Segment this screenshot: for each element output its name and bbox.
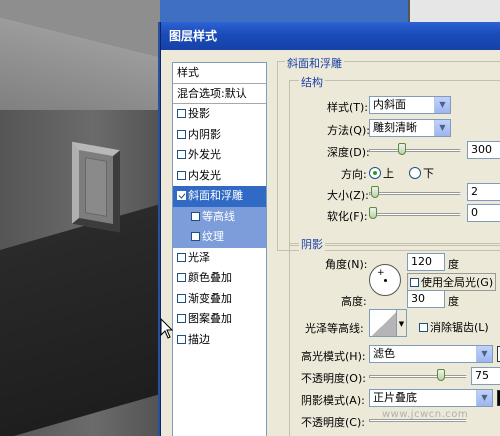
list-item-outer-glow[interactable]: 外发光 xyxy=(173,145,266,166)
bevel-style-select[interactable]: 内斜面 ▼ xyxy=(369,96,451,114)
bevel-section-title: 斜面和浮雕 xyxy=(285,55,344,71)
list-item-inner-shadow[interactable]: 内阴影 xyxy=(173,125,266,146)
list-item-gradient-overlay[interactable]: 渐变叠加 xyxy=(173,289,266,310)
bevel-preview-shape xyxy=(72,141,120,233)
altitude-input[interactable]: 30 xyxy=(407,290,445,308)
list-item-inner-glow[interactable]: 内发光 xyxy=(173,166,266,187)
crosshair-icon: + xyxy=(377,268,385,278)
size-slider[interactable] xyxy=(369,192,461,195)
list-item-bevel-emboss[interactable]: 斜面和浮雕 xyxy=(173,186,266,207)
list-item-pattern-overlay[interactable]: 图案叠加 xyxy=(173,309,266,330)
checkbox-icon[interactable] xyxy=(177,109,186,118)
depth-slider-thumb[interactable] xyxy=(398,143,406,155)
chevron-down-icon[interactable]: ▼ xyxy=(476,346,492,362)
checkbox-icon[interactable] xyxy=(191,211,200,221)
soften-label: 软化(F): xyxy=(327,210,368,223)
antialias-checkbox[interactable]: 消除锯齿(L) xyxy=(419,319,489,335)
depth-input[interactable]: 300 xyxy=(467,141,500,159)
list-item-stroke[interactable]: 描边 xyxy=(173,330,266,351)
shading-title: 阴影 xyxy=(299,236,325,252)
watermark: www.jcwcn.com xyxy=(382,409,469,420)
direction-down-radio[interactable]: 下 xyxy=(409,165,434,181)
shadow-mode-label: 阴影模式(A): xyxy=(301,394,365,407)
technique-select[interactable]: 雕刻清晰 ▼ xyxy=(369,119,451,137)
checkbox-icon[interactable] xyxy=(419,323,428,332)
layer-style-dialog: 图层样式 样式 混合选项:默认 投影 内阴影 外发光 内发光 斜面和浮雕 等高线… xyxy=(160,22,500,436)
angle-dial[interactable]: + xyxy=(369,264,401,296)
global-light-checkbox[interactable]: 使用全局光(G) xyxy=(407,273,497,291)
checkbox-icon[interactable] xyxy=(177,314,186,323)
chevron-down-icon[interactable]: ▼ xyxy=(434,97,450,113)
checkbox-icon[interactable] xyxy=(410,278,419,287)
radio-selected-icon[interactable] xyxy=(369,167,381,179)
size-label: 大小(Z): xyxy=(327,189,369,202)
altitude-label: 高度: xyxy=(341,295,367,308)
chevron-down-icon[interactable]: ▼ xyxy=(434,120,450,136)
direction-up-radio[interactable]: 上 xyxy=(369,165,394,181)
highlight-mode-label: 高光模式(H): xyxy=(301,350,366,363)
highlight-opacity-input[interactable]: 75 xyxy=(471,367,500,385)
checkbox-icon[interactable] xyxy=(177,150,186,159)
gloss-contour-preview[interactable] xyxy=(369,309,397,337)
checkbox-checked-icon[interactable] xyxy=(177,191,186,200)
shadow-mode-select[interactable]: 正片叠底 ▼ xyxy=(369,389,493,407)
direction-label: 方向: xyxy=(341,168,367,181)
checkbox-icon[interactable] xyxy=(191,232,200,241)
style-list: 样式 混合选项:默认 投影 内阴影 外发光 内发光 斜面和浮雕 等高线 纹理 光… xyxy=(172,62,267,436)
list-item-contour[interactable]: 等高线 xyxy=(173,206,266,227)
style-list-header[interactable]: 样式 xyxy=(173,63,266,84)
list-item-color-overlay[interactable]: 颜色叠加 xyxy=(173,268,266,289)
blending-options-item[interactable]: 混合选项:默认 xyxy=(173,84,266,104)
checkbox-icon[interactable] xyxy=(177,170,186,180)
technique-label: 方法(Q): xyxy=(327,124,370,137)
highlight-mode-select[interactable]: 滤色 ▼ xyxy=(369,345,493,363)
depth-label: 深度(D): xyxy=(327,146,370,159)
soften-input[interactable]: 0 xyxy=(467,204,500,222)
gloss-contour-label: 光泽等高线: xyxy=(305,322,364,335)
checkbox-icon[interactable] xyxy=(177,334,186,344)
mouse-cursor-icon xyxy=(160,318,174,339)
chevron-down-icon[interactable]: ▼ xyxy=(476,390,492,406)
highlight-opacity-slider-thumb[interactable] xyxy=(437,369,445,381)
app-title-bar xyxy=(160,0,408,22)
checkbox-icon[interactable] xyxy=(177,273,186,282)
highlight-opacity-slider[interactable] xyxy=(369,375,467,378)
list-item-satin[interactable]: 光泽 xyxy=(173,248,266,269)
angle-input[interactable]: 120 xyxy=(407,253,445,271)
altitude-unit: 度 xyxy=(448,295,459,308)
depth-slider[interactable] xyxy=(369,149,461,152)
shadow-opacity-label: 不透明度(C): xyxy=(301,416,365,429)
structure-title: 结构 xyxy=(299,74,325,90)
list-item-texture[interactable]: 纹理 xyxy=(173,227,266,248)
checkbox-icon[interactable] xyxy=(177,129,186,139)
chevron-down-icon[interactable]: ▼ xyxy=(397,309,407,337)
radio-icon[interactable] xyxy=(409,167,421,179)
style-label: 样式(T): xyxy=(327,101,369,114)
size-input[interactable]: 2 xyxy=(467,183,500,201)
checkbox-icon[interactable] xyxy=(177,293,186,303)
highlight-opacity-label: 不透明度(O): xyxy=(301,372,366,385)
checkbox-icon[interactable] xyxy=(177,252,186,262)
app-corner-panel xyxy=(408,0,500,22)
list-item-drop-shadow[interactable]: 投影 xyxy=(173,104,266,125)
size-slider-thumb[interactable] xyxy=(371,186,379,198)
angle-unit: 度 xyxy=(448,258,459,271)
dialog-title[interactable]: 图层样式 xyxy=(161,22,500,50)
soften-slider[interactable] xyxy=(369,213,461,216)
angle-label: 角度(N): xyxy=(325,258,368,271)
soften-slider-thumb[interactable] xyxy=(369,207,377,219)
